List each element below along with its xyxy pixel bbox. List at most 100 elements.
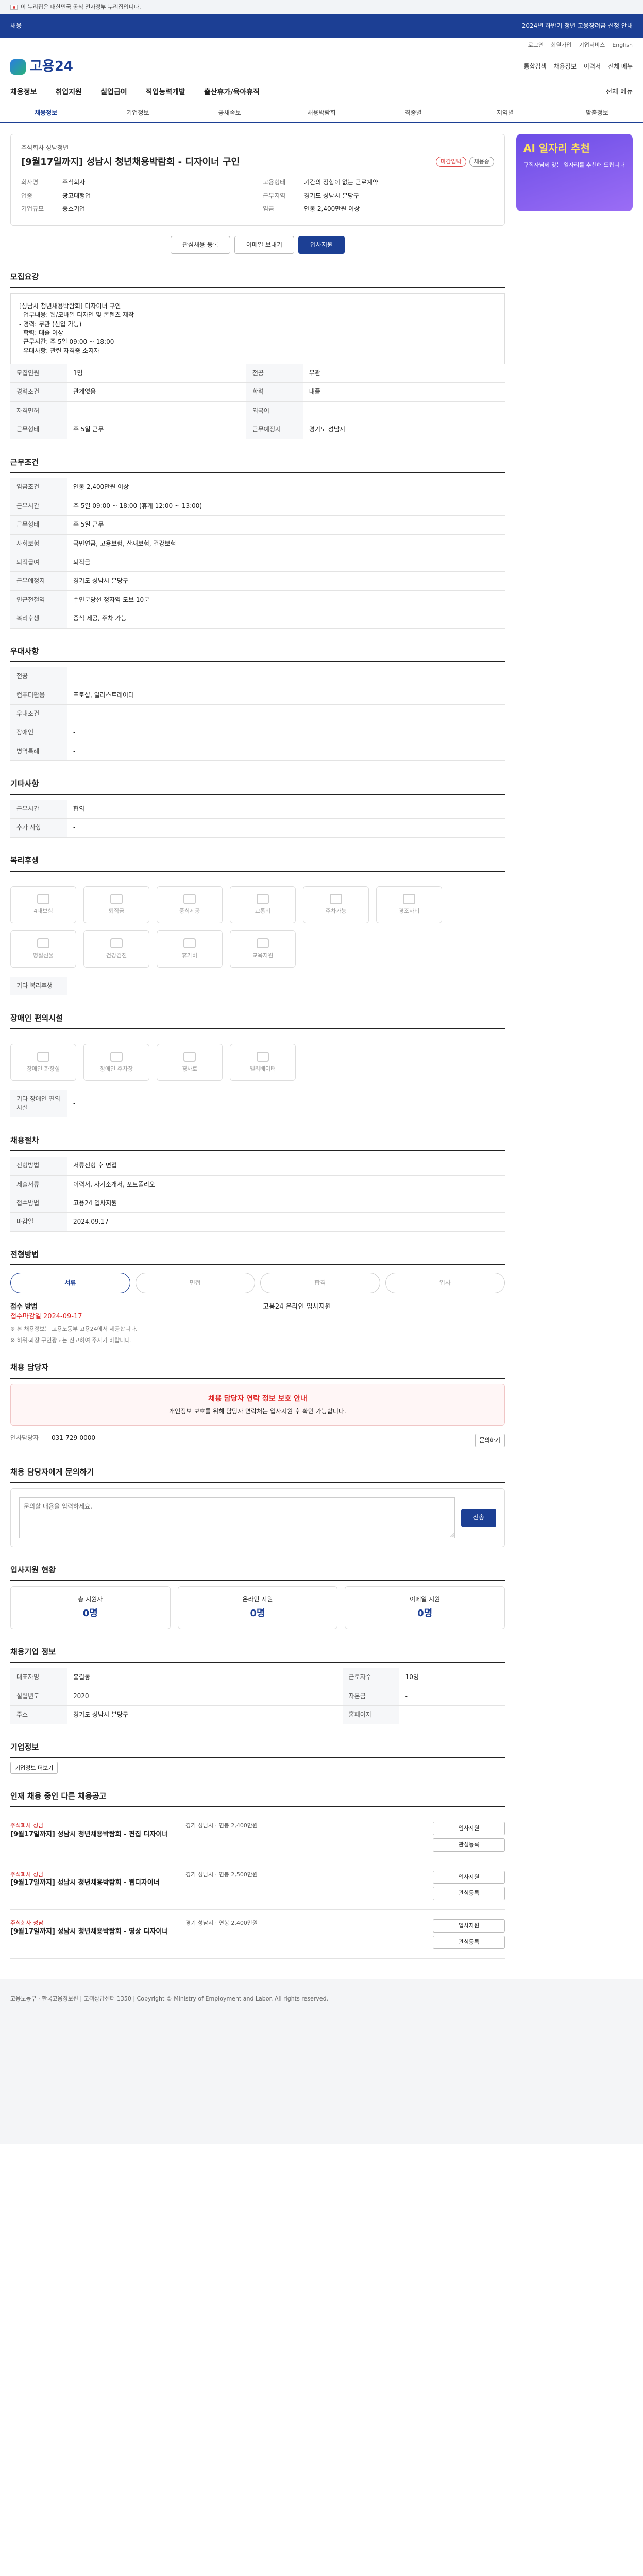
- menu-link[interactable]: 전체 메뉴: [608, 62, 633, 71]
- job-meta: 경기 성남시 · 연봉 2,400만원: [185, 1822, 258, 1829]
- list-item[interactable]: 주식회사 성남 [9월17일까지] 성남시 청년채용박람회 - 웹디자이너 경기 …: [10, 1861, 505, 1910]
- bookmark-button[interactable]: 관심등록: [433, 1887, 505, 1901]
- nav-item[interactable]: 출산휴가/육아휴직: [204, 87, 260, 97]
- nav-item[interactable]: 채용정보: [10, 87, 37, 97]
- vacation-icon: [183, 938, 196, 948]
- table-value: 포토샵, 일러스트레이터: [67, 686, 505, 705]
- table-key: 모집인원: [10, 364, 67, 383]
- stat-card: 이메일 지원 0명: [345, 1586, 505, 1630]
- apply-left: 접수 방법 접수마감일 2024-09-17: [10, 1302, 252, 1322]
- inquiry-submit-button[interactable]: 전송: [461, 1509, 496, 1527]
- parking-icon: [110, 1051, 123, 1062]
- stat-card: 온라인 지원 0명: [177, 1586, 338, 1630]
- nav-item[interactable]: 직업능력개발: [146, 87, 185, 97]
- welfare-other: 기타 복리후생 -: [10, 976, 505, 995]
- table-row: 사회보험 국민연금, 고용보험, 산재보험, 건강보험: [10, 534, 505, 553]
- summary-value: 경기도 성남시 분당구: [304, 192, 359, 199]
- health-icon: [110, 938, 123, 948]
- subnav-item[interactable]: 맞춤정보: [551, 104, 643, 122]
- util-login[interactable]: 로그인: [528, 41, 544, 49]
- contact-button[interactable]: 문의하기: [475, 1434, 505, 1448]
- ramp-icon: [183, 1051, 196, 1062]
- table-row: 모집인원 1명 전공 무관: [10, 364, 505, 383]
- job-actions: 입사지원관심등록: [433, 1870, 505, 1901]
- apply-button[interactable]: 입사지원: [433, 1821, 505, 1835]
- table-row: 전형방법 서류전형 후 면접: [10, 1157, 505, 1176]
- table-key: 기타 복리후생: [10, 976, 67, 995]
- content-wrap: 주식회사 성남청년 [9월17일까지] 성남시 청년채용박람회 - 디자이너 구…: [0, 123, 643, 1959]
- table-key: 외국어: [246, 401, 303, 421]
- util-business[interactable]: 기업서비스: [579, 41, 605, 49]
- util-language[interactable]: English: [612, 41, 633, 49]
- stat-label: 이메일 지원: [410, 1595, 441, 1603]
- jobs-link[interactable]: 채용정보: [554, 62, 577, 71]
- company-more-button[interactable]: 기업정보 더보기: [10, 1762, 58, 1774]
- table-value: 2024.09.17: [67, 1212, 505, 1232]
- holiday-icon: [37, 938, 49, 948]
- list-item[interactable]: 주식회사 성남 [9월17일까지] 성남시 청년채용박람회 - 영상 디자이너 경…: [10, 1910, 505, 1959]
- side-banner-title: AI 일자리 추천: [523, 142, 590, 155]
- transport-icon: [257, 893, 269, 904]
- welfare-label: 휴가비: [181, 952, 198, 959]
- company-name[interactable]: 주식회사 성남청년: [21, 144, 494, 152]
- job-title[interactable]: [9월17일까지] 성남시 청년채용박람회 - 영상 디자이너: [10, 1927, 175, 1937]
- bookmark-button[interactable]: 관심등록: [433, 1838, 505, 1852]
- bookmark-button[interactable]: 관심채용 등록: [170, 235, 230, 254]
- welfare-item: 건강검진: [83, 930, 149, 968]
- job-title[interactable]: [9월17일까지] 성남시 청년채용박람회 - 웹디자이너: [10, 1878, 175, 1888]
- table-row: 접수방법 고용24 입사지원: [10, 1194, 505, 1213]
- summary-key: 업종: [21, 192, 33, 199]
- subnav-item[interactable]: 공채속보: [184, 104, 276, 122]
- subnav-item[interactable]: 직종별: [367, 104, 459, 122]
- table-key: 제출서류: [10, 1175, 67, 1194]
- job-title[interactable]: [9월17일까지] 성남시 청년채용박람회 - 편집 디자이너: [10, 1830, 175, 1840]
- logo[interactable]: 고용24: [10, 57, 73, 77]
- table-key: 복리후생: [10, 609, 67, 629]
- section-title: 채용기업 정보: [10, 1647, 505, 1664]
- subnav-item[interactable]: 채용박람회: [276, 104, 367, 122]
- search-link[interactable]: 통합검색: [524, 62, 547, 71]
- nav-item[interactable]: 취업지원: [56, 87, 82, 97]
- side-banner[interactable]: AI 일자리 추천 구직자님께 맞는 일자리를 추천해 드립니다: [516, 134, 633, 211]
- summary-key: 기업규모: [21, 205, 44, 213]
- table-row: 제출서류 이력서, 자기소개서, 포트폴리오: [10, 1175, 505, 1194]
- section-title: 기업정보: [10, 1742, 505, 1759]
- similar-jobs-section: 인재 채용 중인 다른 채용공고 주식회사 성남 [9월17일까지] 성남시 청년…: [10, 1791, 505, 1959]
- email-button[interactable]: 이메일 보내기: [234, 235, 294, 254]
- welfare-item: 중식제공: [157, 886, 223, 923]
- notice-text[interactable]: 2024년 하반기 청년 고용장려금 신청 안내: [29, 22, 633, 30]
- prefer-section: 우대사항 전공 - 컴퓨터활용 포토샵, 일러스트레이터 우대조건 - 장애인 - 병역…: [10, 646, 505, 761]
- table-value: 중식 제공, 주차 가능: [67, 609, 505, 629]
- summary-row: 회사명 주식회사: [21, 176, 252, 189]
- job-company: 주식회사 성남: [10, 1822, 44, 1829]
- list-item[interactable]: 주식회사 성남 [9월17일까지] 성남시 청년채용박람회 - 편집 디자이너 경…: [10, 1812, 505, 1861]
- facility-label: 장애인 주차장: [99, 1065, 133, 1072]
- alert-body: 개인정보 보호를 위해 담당자 연락처는 입사지원 후 확인 가능합니다.: [169, 1408, 346, 1415]
- welfare-item: 경조사비: [376, 886, 442, 923]
- util-signup[interactable]: 회원가입: [551, 41, 571, 49]
- table-value: -: [399, 1705, 505, 1725]
- nav-item[interactable]: 실업급여: [100, 87, 127, 97]
- table-value: 퇴직금: [67, 553, 505, 572]
- recruit-section: 모집요강 [성남시 청년채용박람회] 디자이너 구인 - 업무내용: 웹/모바일…: [10, 272, 505, 439]
- extra-table: 근무시간 협의 추가 사항 -: [10, 800, 505, 838]
- summary-left: 회사명 주식회사 업종 광고대행업 기업규모 중소기업: [21, 176, 252, 215]
- facility-label: 장애인 화장실: [26, 1065, 60, 1072]
- section-title: 채용절차: [10, 1135, 505, 1152]
- resume-link[interactable]: 이력서: [584, 62, 601, 71]
- process-stepper: 서류 면접 합격 입사: [10, 1273, 505, 1294]
- inquiry-input[interactable]: [19, 1497, 455, 1539]
- table-row: 주소 경기도 성남시 분당구 홈페이지 -: [10, 1705, 505, 1725]
- apply-button[interactable]: 입사지원: [298, 235, 345, 254]
- subnav-item[interactable]: 지역별: [459, 104, 551, 122]
- table-row: 우대조건 -: [10, 704, 505, 724]
- subnav-item[interactable]: 기업정보: [92, 104, 183, 122]
- apply-button[interactable]: 입사지원: [433, 1919, 505, 1933]
- section-title: 인재 채용 중인 다른 채용공고: [10, 1791, 505, 1807]
- table-row: 병역특례 -: [10, 742, 505, 761]
- bookmark-button[interactable]: 관심등록: [433, 1936, 505, 1950]
- all-menu-button[interactable]: 전체 메뉴: [606, 88, 633, 97]
- subnav-item[interactable]: 채용정보: [0, 104, 92, 122]
- table-value: 2020: [67, 1687, 343, 1706]
- apply-button[interactable]: 입사지원: [433, 1870, 505, 1884]
